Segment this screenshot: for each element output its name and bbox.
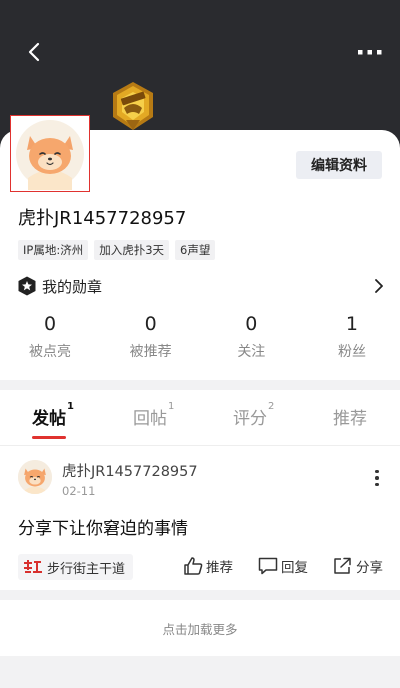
- content-tabs: 发帖1 回帖1 评分2 推荐: [0, 390, 400, 446]
- dot: [375, 482, 379, 487]
- share-button[interactable]: 分享: [333, 556, 383, 576]
- post-author-avatar[interactable]: [18, 460, 52, 494]
- back-button[interactable]: [20, 38, 48, 66]
- tab-posts[interactable]: 发帖1: [32, 401, 74, 429]
- stat-recommended-label: 被推荐: [129, 344, 172, 360]
- dot: [375, 476, 379, 480]
- stat-lighted-label: 被点亮: [29, 344, 71, 360]
- my-medals-label: 我的勋章: [42, 277, 103, 296]
- join-days-tag: 加入虎扑3天: [94, 240, 170, 260]
- profile-tags: IP属地:济州 加入虎扑3天 6声望: [18, 240, 216, 260]
- comment-icon: [258, 557, 278, 575]
- recommend-label: 推荐: [206, 560, 233, 576]
- active-tab-indicator: [32, 436, 66, 439]
- post-date: 02-11: [62, 484, 96, 498]
- post-forum-name: 步行街主干道: [47, 561, 126, 577]
- reply-button[interactable]: 回复: [258, 556, 308, 576]
- ellipsis-icon: [358, 50, 382, 55]
- post-more-button[interactable]: [370, 466, 384, 490]
- stat-followers-count: 1: [345, 313, 359, 335]
- cat-avatar-icon: [18, 460, 52, 494]
- forum-logo-icon: [24, 560, 42, 573]
- tab-ratings[interactable]: 评分2: [233, 401, 275, 429]
- tab-replies[interactable]: 回帖1: [133, 401, 175, 429]
- share-label: 分享: [356, 560, 383, 576]
- my-medals-row[interactable]: 我的勋章: [18, 274, 384, 298]
- tab-replies-label: 回帖: [133, 409, 167, 429]
- tab-ratings-count: 2: [268, 401, 275, 412]
- edit-profile-button[interactable]: 编辑资料: [296, 151, 382, 179]
- stat-followers[interactable]: 1 粉丝: [320, 313, 384, 361]
- tab-replies-count: 1: [168, 401, 175, 412]
- stat-following[interactable]: 0 关注: [219, 313, 283, 361]
- reply-label: 回复: [281, 560, 308, 576]
- gold-medal-badge-icon[interactable]: [108, 80, 158, 132]
- tab-posts-count: 1: [67, 401, 74, 412]
- stat-lighted-count: 0: [43, 313, 57, 335]
- chevron-left-icon: [28, 42, 40, 62]
- profile-username: 虎扑JR1457728957: [18, 208, 187, 229]
- post-card: 虎扑JR1457728957 02-11 分享下让你窘迫的事情 步行街主干道 推…: [0, 446, 400, 590]
- tab-recommend[interactable]: 推荐: [333, 404, 368, 429]
- medal-star-icon: [18, 276, 36, 296]
- more-button[interactable]: [354, 38, 386, 66]
- stat-lighted[interactable]: 0 被点亮: [18, 313, 82, 361]
- load-more-button[interactable]: 点击加载更多: [0, 600, 400, 656]
- tab-recommend-label: 推荐: [333, 409, 367, 429]
- stat-recommended-count: 0: [144, 313, 157, 335]
- post-author-name[interactable]: 虎扑JR1457728957: [62, 460, 198, 481]
- stat-following-label: 关注: [237, 344, 266, 360]
- section-divider: [0, 380, 400, 390]
- dot: [375, 469, 379, 474]
- stat-followers-label: 粉丝: [337, 344, 366, 360]
- stat-following-count: 0: [245, 313, 258, 335]
- reputation-tag: 6声望: [175, 240, 216, 260]
- section-divider: [0, 590, 400, 600]
- thumbs-up-icon: [184, 557, 203, 575]
- recommend-button[interactable]: 推荐: [183, 556, 233, 576]
- share-icon: [334, 557, 351, 574]
- post-title[interactable]: 分享下让你窘迫的事情: [18, 514, 188, 539]
- chevron-right-icon: [375, 279, 383, 293]
- tab-ratings-label: 评分: [233, 409, 267, 429]
- profile-stats: 0 被点亮 0 被推荐 0 关注 1 粉丝: [18, 313, 384, 361]
- avatar[interactable]: [10, 115, 90, 192]
- cat-avatar-icon: [16, 119, 84, 190]
- ip-location-tag: IP属地:济州: [18, 240, 89, 260]
- tab-posts-label: 发帖: [32, 409, 66, 429]
- post-forum-tag[interactable]: 步行街主干道: [18, 554, 134, 580]
- stat-recommended[interactable]: 0 被推荐: [119, 313, 183, 361]
